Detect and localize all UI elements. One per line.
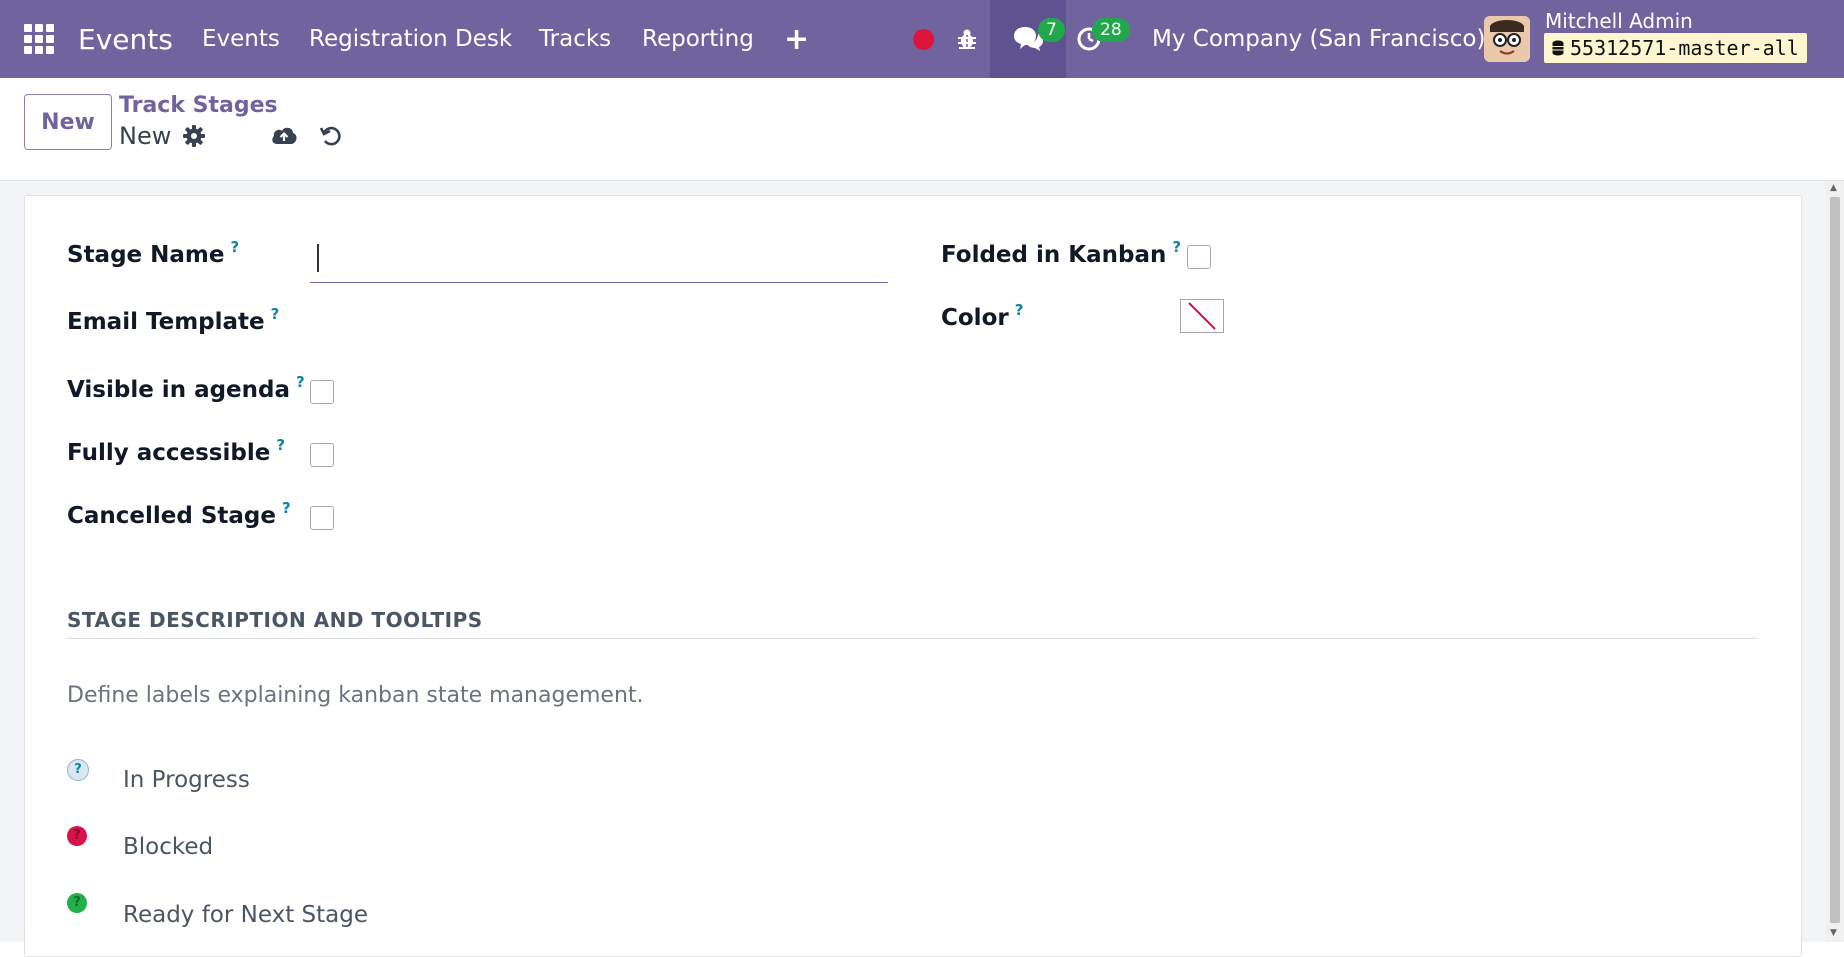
discard-icon[interactable] bbox=[319, 124, 343, 152]
activity-badge: 28 bbox=[1092, 18, 1130, 42]
save-cloud-icon[interactable] bbox=[270, 124, 298, 150]
stage-name-label: Stage Name? bbox=[67, 238, 240, 268]
folded-in-kanban-label: Folded in Kanban? bbox=[941, 238, 1182, 268]
record-icon[interactable] bbox=[913, 0, 934, 78]
activity-button[interactable]: 28 bbox=[1076, 0, 1130, 78]
menu-events[interactable]: Events bbox=[202, 0, 280, 78]
messages-badge: 7 bbox=[1038, 18, 1065, 42]
email-template-field[interactable] bbox=[310, 300, 884, 340]
visible-in-agenda-checkbox[interactable] bbox=[310, 380, 334, 404]
color-label: Color? bbox=[941, 301, 1024, 331]
messages-button[interactable]: 7 bbox=[990, 0, 1066, 78]
section-divider bbox=[67, 638, 1757, 639]
in-progress-label[interactable]: In Progress bbox=[123, 767, 250, 793]
company-switcher[interactable]: My Company (San Francisco) bbox=[1152, 0, 1485, 78]
in-progress-state-icon[interactable]: ? bbox=[67, 759, 89, 781]
top-navbar: Events Events Registration Desk Tracks R… bbox=[0, 0, 1844, 78]
stage-name-input[interactable] bbox=[310, 238, 888, 283]
menu-tracks[interactable]: Tracks bbox=[539, 0, 611, 78]
cancelled-stage-checkbox[interactable] bbox=[310, 506, 334, 530]
bug-icon[interactable] bbox=[955, 0, 979, 78]
help-icon[interactable]: ? bbox=[1172, 238, 1181, 256]
page-scrollbar[interactable]: ▲ ▼ bbox=[1826, 181, 1844, 942]
help-icon[interactable]: ? bbox=[231, 238, 240, 256]
plus-icon[interactable]: + bbox=[784, 0, 809, 78]
section-title: STAGE DESCRIPTION AND TOOLTIPS bbox=[67, 608, 483, 632]
ready-for-next-stage-label[interactable]: Ready for Next Stage bbox=[123, 902, 368, 928]
menu-reporting[interactable]: Reporting bbox=[642, 0, 754, 78]
help-icon[interactable]: ? bbox=[282, 499, 291, 517]
blocked-label[interactable]: Blocked bbox=[123, 834, 213, 860]
menu-registration-desk[interactable]: Registration Desk bbox=[309, 0, 512, 78]
scroll-up-arrow[interactable]: ▲ bbox=[1830, 183, 1837, 193]
no-color-icon bbox=[1188, 302, 1216, 330]
scroll-down-arrow[interactable]: ▼ bbox=[1830, 928, 1837, 938]
breadcrumb-track-stages[interactable]: Track Stages bbox=[119, 93, 278, 118]
app-title[interactable]: Events bbox=[78, 0, 173, 78]
cancelled-stage-label: Cancelled Stage? bbox=[67, 499, 291, 529]
blocked-state-icon[interactable]: ? bbox=[67, 826, 87, 846]
ready-state-icon[interactable]: ? bbox=[67, 893, 87, 913]
help-icon[interactable]: ? bbox=[276, 436, 285, 454]
database-badge: 55312571-master-all bbox=[1544, 33, 1807, 63]
fully-accessible-checkbox[interactable] bbox=[310, 443, 334, 467]
help-icon[interactable]: ? bbox=[1015, 301, 1024, 319]
database-name: 55312571-master-all bbox=[1570, 36, 1799, 60]
folded-in-kanban-checkbox[interactable] bbox=[1187, 245, 1211, 269]
color-picker[interactable] bbox=[1180, 299, 1224, 333]
user-name[interactable]: Mitchell Admin bbox=[1545, 9, 1693, 33]
apps-menu-icon[interactable] bbox=[24, 0, 58, 78]
visible-in-agenda-label: Visible in agenda? bbox=[67, 373, 305, 403]
new-button[interactable]: New bbox=[24, 94, 112, 150]
help-icon[interactable]: ? bbox=[296, 373, 305, 391]
email-template-label: Email Template? bbox=[67, 305, 280, 335]
form-sheet bbox=[24, 195, 1802, 957]
user-avatar[interactable] bbox=[1484, 16, 1530, 62]
help-icon[interactable]: ? bbox=[271, 305, 280, 323]
section-description: Define labels explaining kanban state ma… bbox=[67, 683, 644, 708]
record-name: New bbox=[119, 122, 172, 150]
scrollbar-thumb[interactable] bbox=[1830, 197, 1840, 923]
gear-icon[interactable] bbox=[183, 125, 205, 151]
text-cursor bbox=[317, 244, 319, 272]
database-icon bbox=[1552, 40, 1564, 56]
fully-accessible-label: Fully accessible? bbox=[67, 436, 286, 466]
